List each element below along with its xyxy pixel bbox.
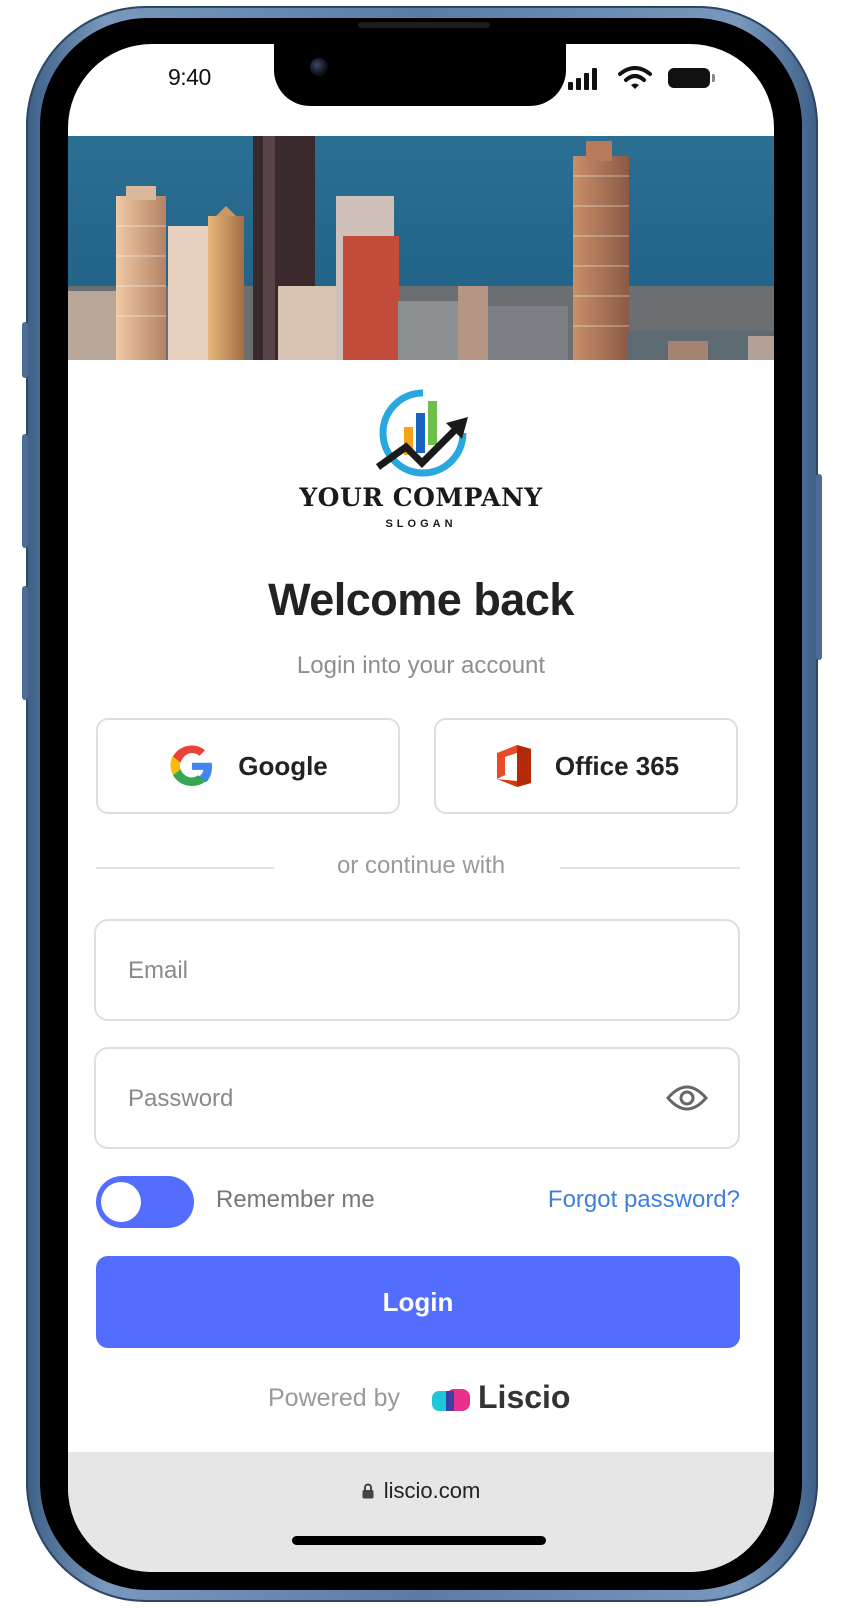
hero-skyline-image (68, 136, 774, 360)
remember-me-label: Remember me (216, 1186, 375, 1213)
email-field (94, 919, 740, 1021)
powered-by-text: Powered by (268, 1384, 401, 1412)
company-name: YOUR COMPANY (299, 483, 543, 512)
power-button (816, 474, 822, 660)
office-365-icon (496, 745, 531, 787)
forgot-password-link[interactable]: Forgot password? (548, 1186, 740, 1214)
page-subtitle: Login into your account (296, 652, 546, 679)
lock-icon (362, 1483, 374, 1499)
battery-icon (668, 68, 715, 88)
signal-icon (568, 66, 602, 90)
password-field (94, 1047, 740, 1149)
volume-up-button (22, 434, 28, 548)
divider-line-right (560, 867, 740, 869)
wifi-icon (618, 66, 652, 89)
google-label: Google (238, 750, 328, 781)
page-title: Welcome back (268, 574, 574, 625)
volume-down-button (22, 586, 28, 700)
office365-label: Office 365 (554, 750, 680, 781)
speaker-grille (358, 22, 490, 28)
phone-screen: 9:40 YOUR COMPANY SLOGAN Welcome back Lo… (68, 44, 774, 1572)
status-time: 9:40 (168, 64, 211, 90)
email-input[interactable] (126, 921, 670, 1021)
home-indicator[interactable] (292, 1536, 546, 1545)
login-button[interactable]: Login (96, 1256, 740, 1348)
password-input[interactable] (126, 1049, 670, 1149)
office365-login-button[interactable]: Office 365 (434, 718, 738, 814)
url-text: liscio.com (383, 1478, 481, 1503)
browser-url-bar[interactable]: liscio.com (68, 1452, 774, 1572)
company-slogan: SLOGAN (385, 518, 457, 530)
liscio-logo-icon (432, 1389, 470, 1411)
front-camera (310, 58, 328, 76)
divider-text: or continue with (336, 852, 506, 879)
eye-icon[interactable] (666, 1082, 708, 1114)
google-icon (170, 745, 213, 786)
google-login-button[interactable]: Google (96, 718, 400, 814)
notch (274, 44, 566, 106)
url-display: liscio.com (68, 1478, 774, 1504)
company-logo-icon (375, 389, 468, 477)
silent-switch (22, 322, 28, 378)
toggle-knob (101, 1182, 141, 1222)
remember-me-toggle[interactable] (96, 1176, 194, 1228)
liscio-brand: Liscio (478, 1379, 571, 1415)
